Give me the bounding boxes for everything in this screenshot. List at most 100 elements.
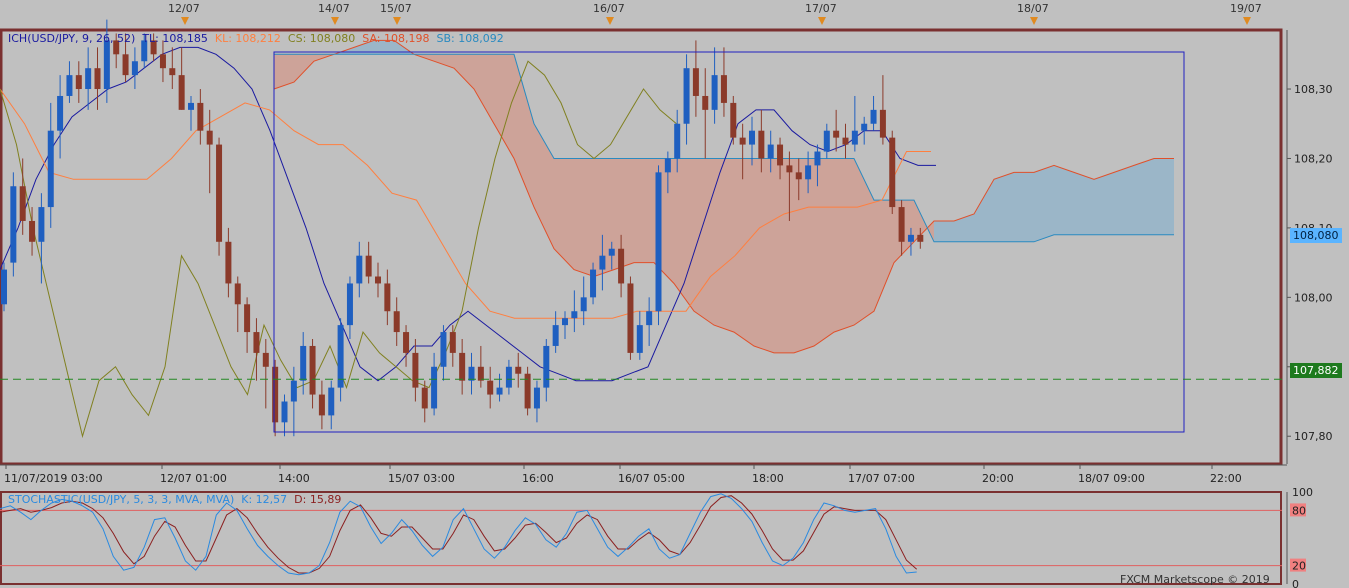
- x-tick-label: 20:00: [982, 472, 1014, 485]
- candle-body: [636, 325, 643, 353]
- y-tick-label: 107,80: [1294, 430, 1333, 443]
- x-tick-label: 22:00: [1210, 472, 1242, 485]
- candle-body: [562, 318, 568, 326]
- y-tick-label: 108,30: [1294, 83, 1333, 96]
- candle-body: [85, 68, 92, 90]
- candle-body: [47, 130, 54, 208]
- cloud-segment: [1014, 172, 1034, 242]
- candle-body: [627, 283, 634, 353]
- candle-body: [309, 345, 316, 395]
- cloud-segment: [974, 179, 994, 242]
- candle-body: [29, 220, 36, 242]
- cloud-segment: [434, 54, 454, 69]
- candle-body: [216, 144, 223, 242]
- cloud-segment: [1154, 158, 1174, 235]
- x-tick-label: 18/07 09:00: [1078, 472, 1145, 485]
- cloud-segment: [514, 54, 534, 208]
- legend-tl: TL: 108,185: [142, 32, 208, 45]
- candle-body: [786, 165, 793, 173]
- cloud-segment: [714, 158, 734, 333]
- cloud-segment: [574, 158, 594, 277]
- candle-body: [57, 95, 64, 131]
- cloud-segment: [774, 158, 794, 353]
- candle-body: [290, 380, 297, 402]
- x-tick-label: 16:00: [522, 472, 554, 485]
- x-tick-label: 18:00: [752, 472, 784, 485]
- cloud-segment: [1094, 172, 1114, 235]
- candle-body: [711, 75, 718, 110]
- legend-sb: SB: 108,092: [436, 32, 504, 45]
- candle-body: [795, 172, 802, 180]
- cloud-segment: [874, 200, 894, 312]
- cloud-segment: [814, 158, 834, 346]
- cloud-segment: [494, 54, 514, 159]
- candle-body: [440, 332, 447, 367]
- candle-body: [178, 75, 185, 110]
- candle-body: [664, 158, 671, 173]
- candle-body: [38, 207, 45, 242]
- candle-body: [907, 234, 914, 242]
- candle-body: [730, 102, 737, 138]
- candle-body: [421, 387, 428, 409]
- candle-body: [496, 387, 503, 395]
- cloud-segment: [1034, 165, 1054, 242]
- candle-body: [889, 137, 896, 208]
- trading-chart-window: 12/07 14/07 15/07 16/07 17/07 18/07 19/0…: [0, 0, 1349, 588]
- cloud-segment: [934, 220, 954, 242]
- x-tick-label: 17/07 07:00: [848, 472, 915, 485]
- candle-body: [870, 109, 877, 124]
- candle-body: [328, 387, 335, 416]
- x-tick-label: 14:00: [278, 472, 310, 485]
- candle-body: [861, 123, 868, 131]
- cloud-segment: [854, 158, 874, 326]
- candle-body: [318, 394, 325, 416]
- candle-body: [674, 123, 681, 159]
- candle-body: [487, 380, 494, 395]
- cloud-segment: [294, 54, 314, 83]
- candle-body: [599, 255, 606, 270]
- candle-body: [262, 352, 269, 367]
- candle-body: [1, 269, 7, 305]
- candle-body: [833, 130, 840, 138]
- cloud-segment: [1074, 172, 1094, 235]
- candle-body: [580, 297, 587, 312]
- legend-ich: ICH(USD/JPY, 9, 26, 52): [8, 32, 136, 45]
- stoch-axis-label: 100: [1292, 486, 1313, 499]
- candle-body: [253, 332, 260, 353]
- candle-body: [375, 276, 381, 284]
- candle-body: [749, 130, 755, 145]
- candle-body: [842, 137, 849, 145]
- cloud-segment: [474, 54, 494, 124]
- candle-body: [19, 186, 26, 221]
- candle-body: [814, 151, 821, 166]
- candle-body: [683, 68, 690, 124]
- candle-body: [281, 401, 288, 423]
- candle-body: [917, 234, 924, 242]
- level-price-badge: 107,882: [1290, 363, 1342, 378]
- cloud-segment: [534, 123, 554, 249]
- candle-body: [225, 241, 232, 284]
- candle-body: [169, 68, 176, 76]
- candle-body: [206, 130, 213, 145]
- candle-body: [468, 366, 475, 381]
- cloud-segment: [634, 158, 654, 263]
- stoch-k: K: 12,57: [241, 493, 288, 506]
- legend-kl: KL: 108,212: [214, 32, 281, 45]
- candle-body: [393, 311, 400, 333]
- candle-body: [272, 366, 279, 423]
- cloud-segment: [794, 158, 814, 353]
- candle-body: [403, 332, 410, 353]
- legend-sa: SA: 108,198: [362, 32, 430, 45]
- candle-body: [234, 283, 241, 305]
- cloud-segment: [994, 172, 1014, 242]
- stoch-d: D: 15,89: [294, 493, 342, 506]
- cloud-segment: [954, 214, 974, 242]
- cloud-segment: [734, 158, 754, 346]
- legend-cs: CS: 108,080: [287, 32, 356, 45]
- stochastic-legend: STOCHASTIC(USD/JPY, 5, 3, 3, MVA, MVA) K…: [8, 493, 341, 506]
- candle-body: [543, 345, 550, 388]
- candle-body: [449, 332, 456, 353]
- candle-body: [739, 137, 746, 145]
- watermark: FXCM Marketscope © 2019: [1120, 573, 1270, 586]
- candle-body: [533, 387, 540, 409]
